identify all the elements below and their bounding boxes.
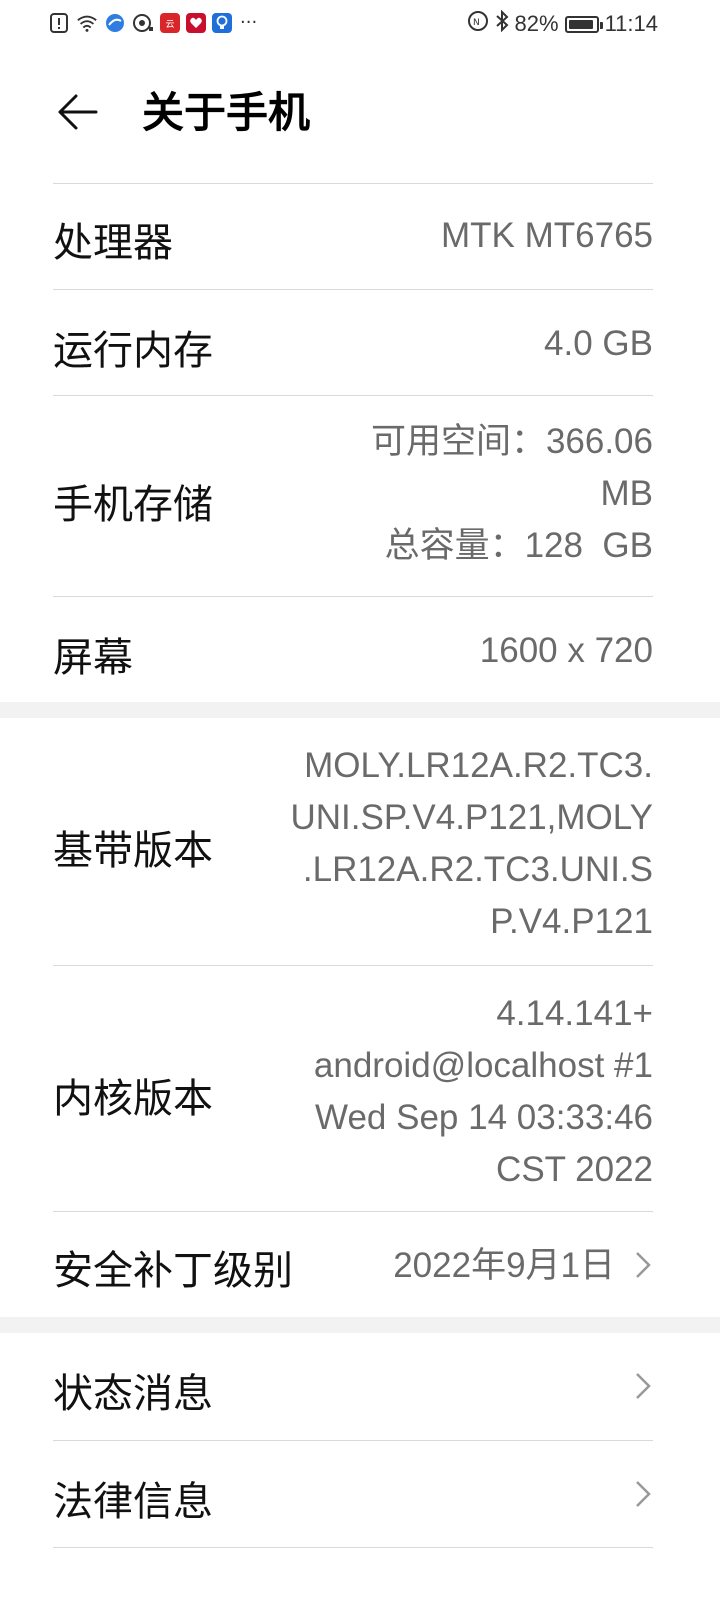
chevron-right-icon <box>636 1373 651 1399</box>
processor-value: MTK MT6765 <box>441 216 653 255</box>
baseband-line: MOLY.LR12A.R2.TC3. <box>304 746 653 785</box>
baseband-row: 基带版本 MOLY.LR12A.R2.TC3. UNI.SP.V4.P121,M… <box>53 718 653 964</box>
kernel-value: 4.14.141+ android@localhost #1 Wed Sep 1… <box>314 988 653 1196</box>
baseband-line: P.V4.P121 <box>490 902 653 941</box>
security-patch-label: 安全补丁级别 <box>53 1248 293 1294</box>
storage-total: 总容量：128 GB <box>384 526 653 565</box>
app-bar: 关于手机 <box>0 60 720 170</box>
screen-value: 1600 x 720 <box>479 631 653 670</box>
kernel-line: Wed Sep 14 03:33:46 <box>315 1098 653 1137</box>
more-notifications-icon: ··· <box>240 12 258 33</box>
storage-value: 可用空间：366.06 MB 总容量：128 GB <box>371 416 653 572</box>
ram-label: 运行内存 <box>53 328 213 374</box>
processor-row: 处理器 MTK MT6765 <box>53 184 653 288</box>
baseband-line: UNI.SP.V4.P121,MOLY <box>290 798 654 837</box>
screen-row: 屏幕 1600 x 720 <box>53 597 653 701</box>
status-info-label: 状态消息 <box>53 1371 213 1417</box>
kernel-line: CST 2022 <box>496 1150 653 1189</box>
security-patch-row[interactable]: 安全补丁级别 2022年9月1日 <box>53 1212 653 1316</box>
status-bar: 云 ··· N 82% 11:14 <box>0 0 720 48</box>
processor-label: 处理器 <box>53 220 173 266</box>
kernel-row: 内核版本 4.14.141+ android@localhost #1 Wed … <box>53 966 653 1210</box>
kernel-label: 内核版本 <box>53 1076 213 1122</box>
chevron-right-icon <box>636 1481 651 1507</box>
legal-info-label: 法律信息 <box>53 1479 213 1525</box>
page-title: 关于手机 <box>142 88 311 137</box>
bulb-icon <box>212 13 232 33</box>
storage-label: 手机存储 <box>53 482 213 528</box>
app-icon-red-2 <box>186 13 206 33</box>
security-patch-value: 2022年9月1日 <box>393 1246 615 1285</box>
wifi-icon <box>76 12 98 34</box>
ram-row: 运行内存 4.0 GB <box>53 290 653 394</box>
clock: 11:14 <box>604 11 658 36</box>
storage-available-unit: MB <box>600 474 654 513</box>
notification-icons: 云 ··· <box>48 12 257 34</box>
kernel-line: android@localhost #1 <box>313 1046 653 1085</box>
status-info-item[interactable]: 状态消息 <box>53 1333 653 1439</box>
camera-icon <box>132 12 154 34</box>
nfc-icon: N <box>467 10 489 38</box>
legal-info-item[interactable]: 法律信息 <box>53 1441 653 1547</box>
back-button[interactable] <box>56 88 104 136</box>
back-arrow-icon <box>58 94 98 130</box>
battery-icon <box>564 15 603 33</box>
divider <box>53 1547 653 1548</box>
chevron-right-icon <box>636 1252 651 1278</box>
section-gap <box>0 1317 720 1333</box>
ram-value: 4.0 GB <box>544 324 653 363</box>
app-icon-red: 云 <box>160 13 180 33</box>
baseband-value: MOLY.LR12A.R2.TC3. UNI.SP.V4.P121,MOLY .… <box>291 740 654 948</box>
screen-label: 屏幕 <box>53 635 133 681</box>
storage-available: 可用空间：366.06 <box>370 422 653 461</box>
baseband-label: 基带版本 <box>53 828 213 874</box>
kernel-line: 4.14.141+ <box>496 994 653 1033</box>
system-status: N 82% 11:14 <box>467 9 658 38</box>
alert-icon <box>48 12 70 34</box>
browser-icon <box>104 12 126 34</box>
section-gap <box>0 702 720 718</box>
baseband-line: .LR12A.R2.TC3.UNI.S <box>302 850 653 889</box>
svg-text:N: N <box>473 18 480 28</box>
battery-percent: 82% <box>514 11 559 36</box>
bluetooth-icon <box>495 9 509 38</box>
storage-row: 手机存储 可用空间：366.06 MB 总容量：128 GB <box>53 396 653 596</box>
